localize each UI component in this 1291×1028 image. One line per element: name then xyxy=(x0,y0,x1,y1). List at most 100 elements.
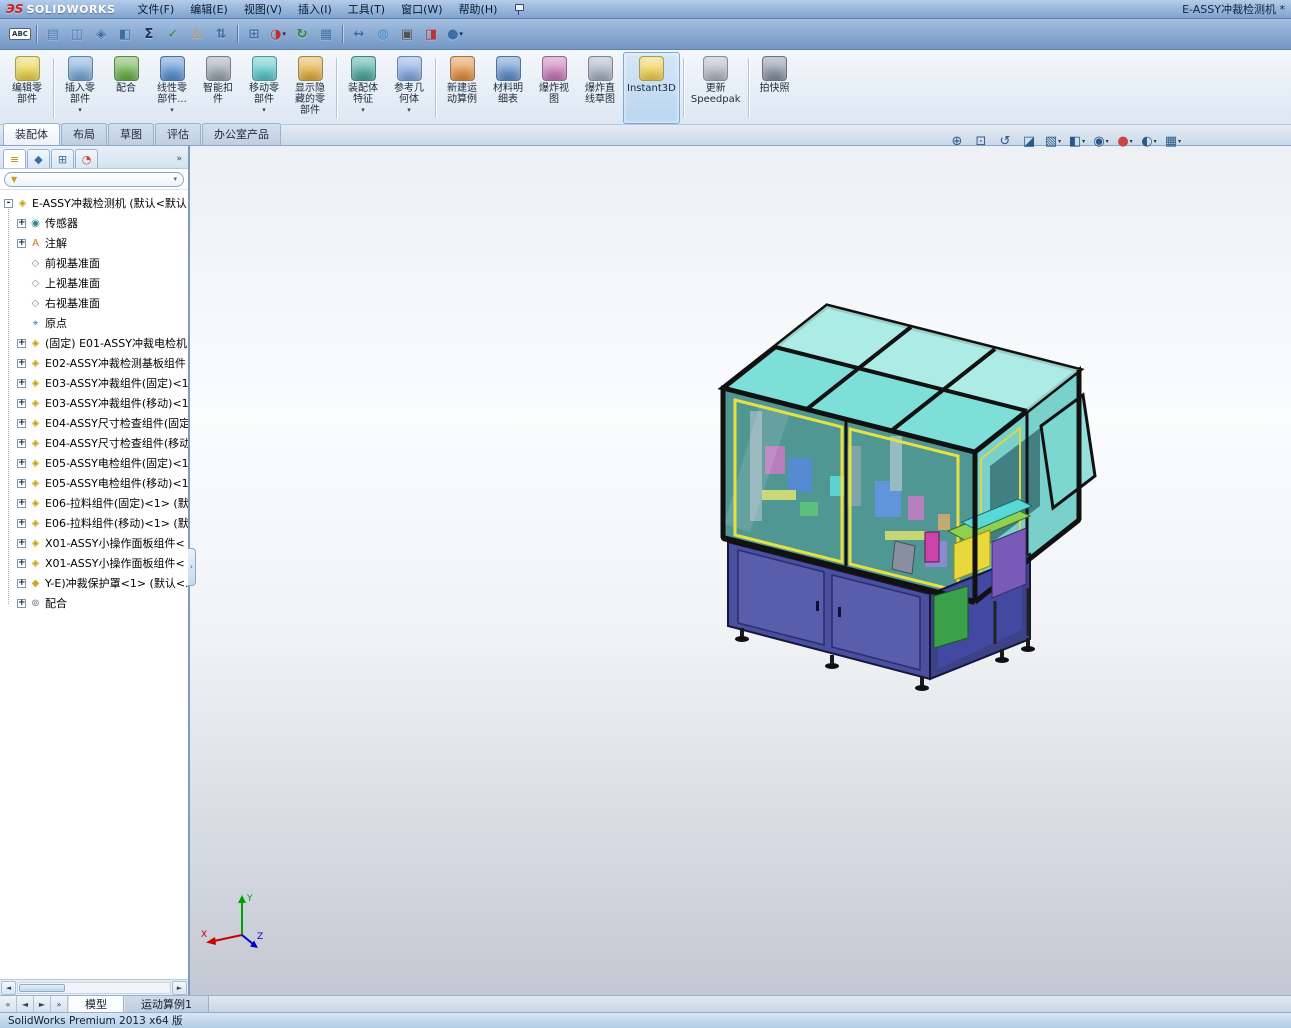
sheet-nav-button[interactable]: « xyxy=(0,996,17,1012)
ribbon-button[interactable]: 爆炸视 图 ▾ xyxy=(531,52,577,124)
display-style-icon[interactable]: ◧ ▾ xyxy=(1065,131,1089,151)
insert-component-icon[interactable]: ⊞ ▾ xyxy=(243,23,265,45)
interference-detection-icon[interactable]: ⚠ ▾ xyxy=(186,23,208,45)
expander-icon[interactable]: + xyxy=(17,438,26,448)
tree-item[interactable]: + ⊚ 配合 xyxy=(0,593,188,613)
panel-splitter-handle[interactable]: › xyxy=(188,548,196,586)
view-settings-icon[interactable]: ▦ ▾ xyxy=(1161,131,1185,151)
check-document-icon[interactable]: ✓ ▾ xyxy=(162,23,184,45)
rebuild-icon[interactable]: ↻ ▾ xyxy=(291,23,313,45)
tree-item[interactable]: ◇ 前视基准面 xyxy=(0,253,188,273)
featuremanager-tab[interactable]: ≡ xyxy=(3,149,26,168)
dropdown-caret[interactable]: ▾ xyxy=(407,106,411,114)
tree-item[interactable]: + ◈ E04-ASSY尺寸检查组件(移动 xyxy=(0,433,188,453)
zoom-to-area-icon[interactable]: ⊡ ▾ xyxy=(969,131,993,151)
toolbar-icon[interactable]: ▾ xyxy=(342,25,343,43)
expander-icon[interactable]: + xyxy=(17,518,26,528)
ribbon-button[interactable]: Instant3D ▾ xyxy=(623,52,680,124)
ribbon-button[interactable]: ▾ xyxy=(53,58,54,118)
ribbon-button[interactable]: 新建运 动算例 ▾ xyxy=(439,52,485,124)
configurationmanager-tab[interactable]: ⊞ xyxy=(51,149,74,168)
propertymanager-tab[interactable]: ◆ xyxy=(27,149,50,168)
view-orientation-icon[interactable]: ▧ ▾ xyxy=(1041,131,1065,151)
section-view-icon[interactable]: ◪ ▾ xyxy=(1017,131,1041,151)
tree-item[interactable]: + A 注解 xyxy=(0,233,188,253)
hide-show-items-icon[interactable]: ◉ ▾ xyxy=(1089,131,1113,151)
commandmanager-tab[interactable]: 办公室产品 xyxy=(202,123,281,145)
expander-icon[interactable]: + xyxy=(17,598,26,608)
mass-properties-icon[interactable]: ◈ ▾ xyxy=(90,23,112,45)
filter-caret-icon[interactable]: ▾ xyxy=(173,175,177,183)
ribbon-button[interactable]: 爆炸直 线草图 ▾ xyxy=(577,52,623,124)
tree-item[interactable]: + ◈ X01-ASSY小操作面板组件< xyxy=(0,553,188,573)
expander-icon[interactable]: + xyxy=(17,458,26,468)
expander-icon[interactable]: + xyxy=(17,238,26,248)
menu-item[interactable]: 文件(F) xyxy=(129,0,182,18)
dropdown-caret[interactable]: ▾ xyxy=(282,30,286,38)
document-tab[interactable]: 运动算例1 xyxy=(124,996,209,1012)
ribbon-button[interactable]: 更新 Speedpak ▾ xyxy=(687,52,745,124)
ribbon-button[interactable]: 线性零 部件... ▾ xyxy=(149,52,195,124)
panel-expand-icon[interactable]: » xyxy=(176,154,185,168)
expander-icon[interactable]: + xyxy=(17,478,26,488)
expander-icon[interactable]: + xyxy=(17,538,26,548)
ribbon-button[interactable]: ▾ xyxy=(336,58,337,118)
dropdown-caret[interactable]: ▾ xyxy=(262,106,266,114)
zoom-to-fit-icon[interactable]: ⊕ ▾ xyxy=(945,131,969,151)
toolbar-icon[interactable]: ▾ xyxy=(36,25,37,43)
toolbar-icon[interactable]: ▾ xyxy=(237,25,238,43)
tree-item[interactable]: + ◈ E02-ASSY冲裁检测基板组件 xyxy=(0,353,188,373)
more-commands-icon[interactable]: ● ▾ xyxy=(444,23,466,45)
menu-item[interactable]: 插入(I) xyxy=(290,0,340,18)
expander-icon[interactable]: + xyxy=(17,498,26,508)
ribbon-button[interactable]: 装配体 特征 ▾ xyxy=(340,52,386,124)
dropdown-caret[interactable]: ▾ xyxy=(1106,138,1109,145)
graphics-canvas[interactable] xyxy=(190,146,1291,995)
ribbon-button[interactable]: ▾ xyxy=(435,58,436,118)
file-properties-icon[interactable]: ▤ ▾ xyxy=(42,23,64,45)
tree-item[interactable]: ◇ 右视基准面 xyxy=(0,293,188,313)
pattern-table-icon[interactable]: ▦ ▾ xyxy=(315,23,337,45)
dropdown-caret[interactable]: ▾ xyxy=(361,106,365,114)
expander-icon[interactable]: + xyxy=(17,338,26,348)
tree-item[interactable]: + ◈ E05-ASSY电检组件(移动)<1 xyxy=(0,473,188,493)
expander-icon[interactable]: + xyxy=(17,358,26,368)
expander-icon[interactable]: + xyxy=(17,398,26,408)
tree-item[interactable]: ◇ 上视基准面 xyxy=(0,273,188,293)
dropdown-caret[interactable]: ▾ xyxy=(78,106,82,114)
dropdown-caret[interactable]: ▾ xyxy=(1130,138,1133,145)
section-properties-icon[interactable]: ◧ ▾ xyxy=(114,23,136,45)
sheet-nav-button[interactable]: » xyxy=(51,996,68,1012)
panel-horizontal-scrollbar[interactable]: ◄ ► xyxy=(0,979,188,995)
menu-item[interactable]: 编辑(E) xyxy=(182,0,236,18)
menu-item[interactable]: 窗口(W) xyxy=(393,0,450,18)
tree-item[interactable]: + ◈ E04-ASSY尺寸检查组件(固定 xyxy=(0,413,188,433)
equations-icon[interactable]: Σ ▾ xyxy=(138,23,160,45)
expander-icon[interactable]: + xyxy=(17,378,26,388)
commandmanager-tab[interactable]: 草图 xyxy=(108,123,154,145)
commandmanager-tab[interactable]: 评估 xyxy=(155,123,201,145)
commandmanager-tab[interactable]: 装配体 xyxy=(3,123,60,145)
menu-item[interactable]: 工具(T) xyxy=(340,0,393,18)
ribbon-button[interactable]: 插入零 部件 ▾ xyxy=(57,52,103,124)
expander-icon[interactable]: + xyxy=(17,418,26,428)
ribbon-button[interactable]: 显示隐 藏的零 部件 ▾ xyxy=(287,52,333,124)
apply-scene-icon[interactable]: ◍ ▾ xyxy=(372,23,394,45)
ribbon-button[interactable]: 配合 ▾ xyxy=(103,52,149,124)
dropdown-caret[interactable]: ▾ xyxy=(1154,138,1157,145)
expander-icon[interactable]: + xyxy=(17,558,26,568)
tree-item[interactable]: + ◈ E06-拉料组件(固定)<1> (默 xyxy=(0,493,188,513)
tree-item[interactable]: + ◈ E06-拉料组件(移动)<1> (默 xyxy=(0,513,188,533)
ribbon-button[interactable]: 拍快照 ▾ xyxy=(752,52,798,124)
align-components-icon[interactable]: ⇅ ▾ xyxy=(210,23,232,45)
expander-icon[interactable]: + xyxy=(17,218,26,228)
menu-item[interactable]: 视图(V) xyxy=(236,0,290,18)
apply-scene-icon[interactable]: ◐ ▾ xyxy=(1137,131,1161,151)
scroll-left-button[interactable]: ◄ xyxy=(1,980,16,995)
tree-item[interactable]: + ◈ E03-ASSY冲裁组件(固定)<1 xyxy=(0,373,188,393)
tree-item[interactable]: ⌖ 原点 xyxy=(0,313,188,333)
sheet-nav-button[interactable]: ► xyxy=(34,996,51,1012)
expander-icon[interactable]: + xyxy=(17,578,26,588)
ribbon-button[interactable]: ▾ xyxy=(682,58,684,118)
ribbon-button[interactable]: 编辑零 部件 ▾ xyxy=(4,52,50,124)
